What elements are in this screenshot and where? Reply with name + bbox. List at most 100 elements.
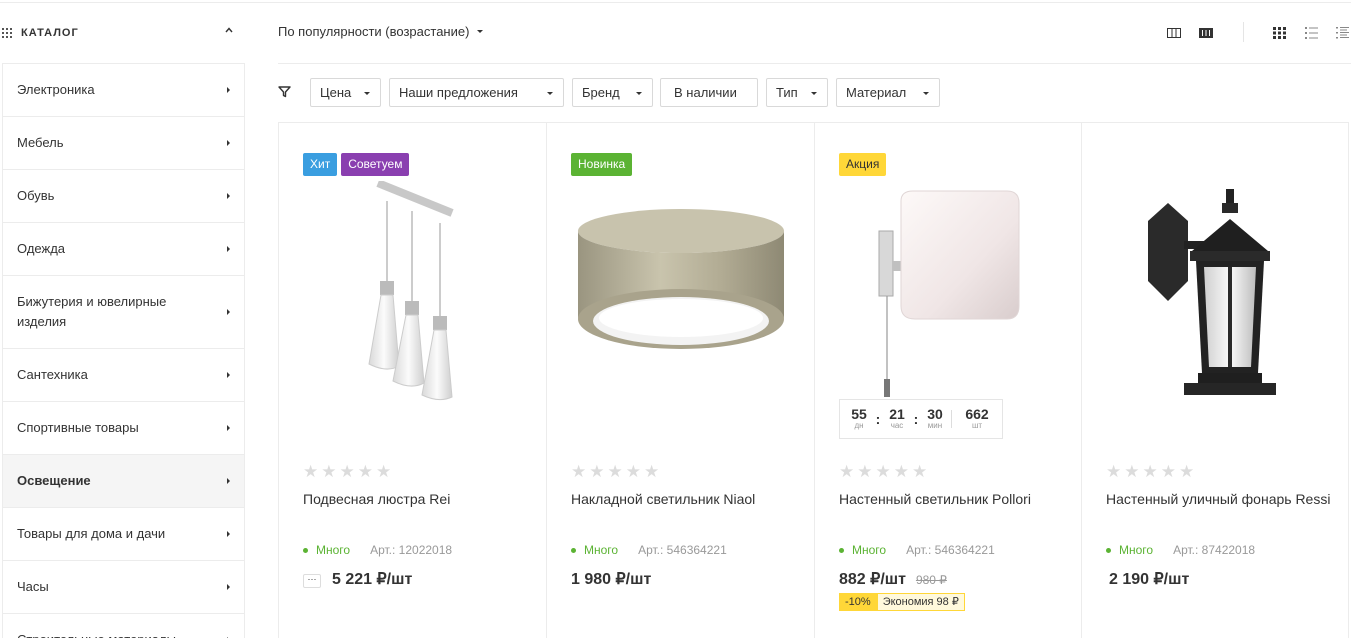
discount-saving: Экономия 98 ₽ — [876, 593, 965, 611]
filter-price[interactable]: Цена — [310, 78, 381, 107]
price: 2 190 ₽/шт — [1109, 571, 1190, 588]
badge-hit: Хит — [303, 153, 338, 176]
caret-right-icon — [227, 87, 230, 93]
sidebar-item[interactable]: Строительные материалы — [3, 614, 244, 638]
timer-days: 55 — [851, 406, 867, 422]
availability: Много Арт.: 12022018 — [303, 543, 452, 557]
stock-status: Много — [852, 543, 887, 557]
caret-right-icon — [227, 531, 230, 537]
filter-label: Наши предложения — [399, 85, 518, 100]
stock-status: Много — [316, 543, 351, 557]
caret-right-icon — [227, 584, 230, 590]
filter-material[interactable]: Материал — [836, 78, 940, 107]
sidebar-item[interactable]: Часы — [3, 561, 244, 614]
product-image[interactable] — [303, 181, 522, 411]
filter-label: Бренд — [582, 85, 620, 100]
timer-minutes: 30 — [927, 406, 943, 422]
timer-qty: 662 — [965, 406, 989, 422]
product-name[interactable]: Настенный светильник Pollori — [839, 487, 1064, 512]
product-name[interactable]: Накладной светильник Niaol — [571, 487, 796, 512]
sidebar-item-label: Обувь — [17, 188, 55, 203]
filter-brand[interactable]: Бренд — [572, 78, 653, 107]
sidebar-item[interactable]: Обувь — [3, 170, 244, 223]
filter-in-stock[interactable]: В наличии — [660, 78, 758, 107]
top-divider — [0, 2, 1351, 3]
price-row: 882 ₽/шт 980 ₽ — [839, 569, 947, 589]
view-3col-icon[interactable] — [1199, 28, 1213, 38]
price-row: ··· 5 221 ₽/шт — [303, 569, 412, 590]
availability: Много Арт.: 546364221 — [839, 543, 995, 557]
sidebar-item-label: Освещение — [17, 473, 91, 488]
view-2col-icon[interactable] — [1167, 28, 1181, 38]
caret-right-icon — [227, 425, 230, 431]
grid-view-icon[interactable] — [1273, 27, 1286, 39]
grid-dots-icon — [2, 28, 12, 38]
badge-recommend: Советуем — [341, 153, 410, 176]
badge-sale: Акция — [839, 153, 887, 176]
sort-dropdown[interactable]: По популярности (возрастание) — [278, 24, 484, 39]
article-number: Арт.: 12022018 — [370, 543, 453, 557]
discount-badge: -10% Экономия 98 ₽ — [839, 593, 965, 611]
sidebar-item-label: Часы — [17, 579, 49, 594]
article-number: Арт.: 546364221 — [906, 543, 995, 557]
filter-label: Цена — [320, 85, 352, 100]
sidebar-item[interactable]: Освещение — [3, 455, 244, 508]
product-image[interactable] — [839, 181, 1058, 411]
sidebar-item[interactable]: Товары для дома и дачи — [3, 508, 244, 561]
sidebar-item[interactable]: Одежда — [3, 223, 244, 276]
filter-label: В наличии — [674, 85, 737, 100]
sidebar-item[interactable]: Электроника — [3, 64, 244, 117]
compact-list-icon[interactable] — [1336, 27, 1349, 39]
filter-label: Тип — [776, 85, 798, 100]
chevron-up-icon[interactable] — [225, 26, 233, 34]
sidebar-item[interactable]: Спортивные товары — [3, 402, 244, 455]
countdown-timer: 55 дн : 21 час : 30 мин 662 шт — [839, 399, 1003, 439]
price: 1 980 ₽/шт — [571, 571, 652, 588]
price: 5 221 ₽/шт — [332, 571, 413, 588]
timer-divider — [951, 410, 952, 428]
rating-stars: ★ ★ ★ ★ ★ — [571, 462, 660, 481]
article-number: Арт.: 87422018 — [1173, 543, 1256, 557]
toolbar-divider — [1243, 22, 1244, 42]
caret-right-icon — [227, 372, 230, 378]
stock-status: Много — [584, 543, 619, 557]
badges: Хит Советуем — [303, 153, 410, 176]
sidebar-item-label: Спортивные товары — [17, 420, 139, 435]
caret-down-icon — [477, 30, 484, 33]
sidebar-item-label: Одежда — [17, 241, 66, 256]
caret-down-icon — [811, 92, 817, 95]
caret-right-icon — [227, 246, 230, 252]
sidebar-item[interactable]: Бижутерия и ювелирные изделия — [3, 276, 244, 349]
badges: Новинка — [571, 153, 633, 176]
product-card[interactable]: Новинка ★ ★ ★ ★ ★ Накладной светильник Niaol… — [547, 123, 815, 638]
product-image[interactable] — [571, 181, 790, 411]
caret-down-icon — [364, 92, 370, 95]
filter-offers[interactable]: Наши предложения — [389, 78, 564, 107]
sidebar-item[interactable]: Мебель — [3, 117, 244, 170]
caret-right-icon — [227, 478, 230, 484]
catalog-header[interactable]: КАТАЛОГ — [0, 16, 245, 50]
sidebar-item-label: Бижутерия и ювелирные изделия — [17, 294, 167, 329]
sort-label: По популярности (возрастание) — [278, 24, 470, 39]
caret-down-icon — [923, 92, 929, 95]
timer-hours: 21 — [889, 406, 905, 422]
stock-status: Много — [1119, 543, 1154, 557]
list-view-icon[interactable] — [1305, 27, 1318, 39]
product-name[interactable]: Настенный уличный фонарь Ressi — [1106, 487, 1331, 512]
discount-percent: -10% — [839, 593, 877, 611]
more-prices-button[interactable]: ··· — [303, 574, 321, 588]
product-card[interactable]: Хит Советуем ★ ★ ★ ★ ★ Подвесная люстра Rei … — [279, 123, 547, 638]
timer-hours-label: час — [890, 421, 904, 430]
catalog-title: КАТАЛОГ — [21, 27, 79, 39]
sidebar-item[interactable]: Сантехника — [3, 349, 244, 402]
filter-icon[interactable] — [278, 85, 291, 98]
stock-dot-icon — [303, 547, 308, 553]
sidebar-item-label: Строительные материалы — [17, 630, 176, 638]
filter-type[interactable]: Тип — [766, 78, 828, 107]
product-image[interactable] — [1106, 181, 1325, 411]
stock-dot-icon — [571, 547, 576, 553]
product-card[interactable]: Акция 55 дн : 21 час : 30 мин 662 шт ★ ★ ★ ★ ★ Н… — [815, 123, 1082, 638]
product-card[interactable]: ★ ★ ★ ★ ★ Настенный уличный фонарь Ressi Мно… — [1082, 123, 1350, 638]
product-name[interactable]: Подвесная люстра Rei — [303, 487, 528, 512]
sidebar-item-label: Мебель — [17, 135, 64, 150]
